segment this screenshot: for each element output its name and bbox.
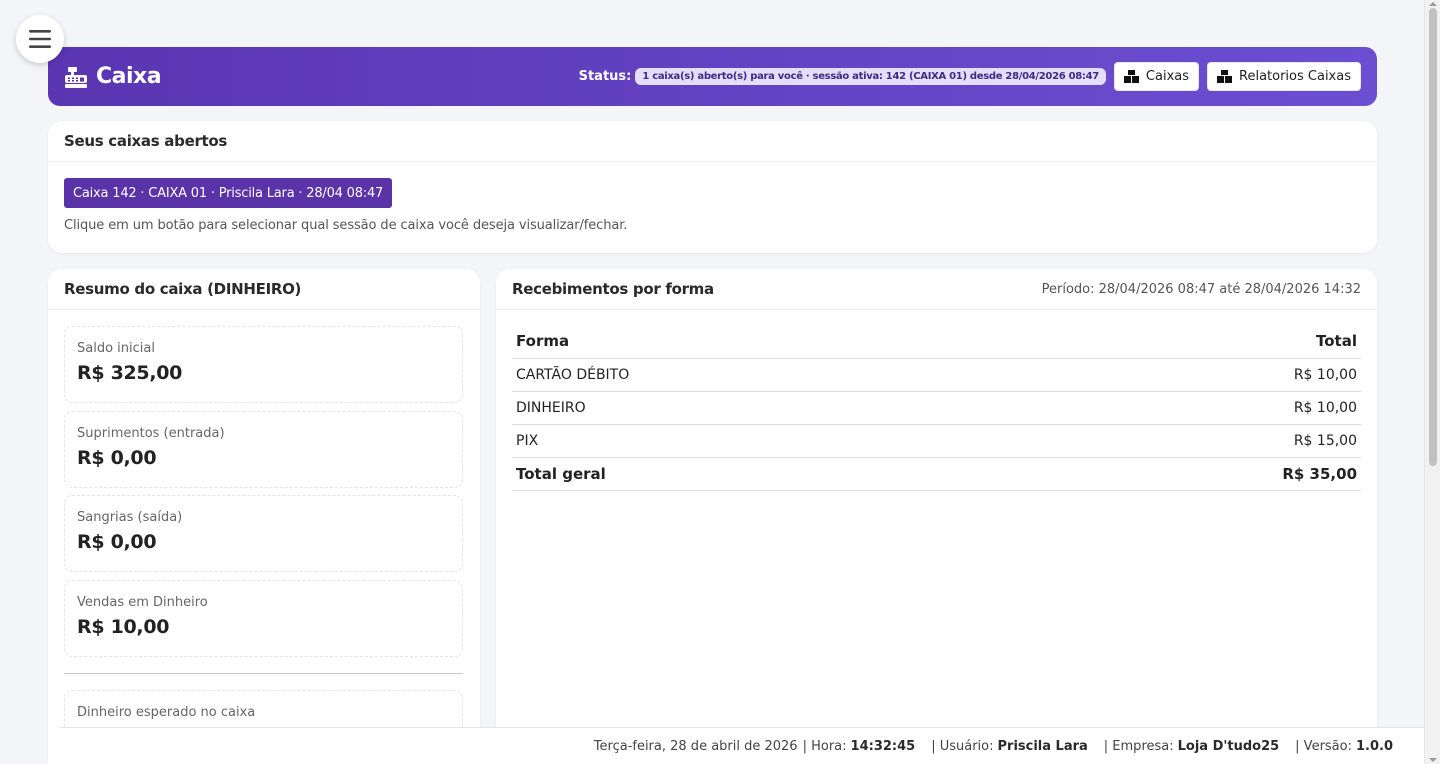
table-total-row: Total geral R$ 35,00 — [512, 457, 1361, 491]
open-boxes-card: Seus caixas abertos Caixa 142 · CAIXA 01… — [48, 121, 1377, 253]
footer-date: Terça-feira, 28 de abril de 2026 — [593, 738, 798, 754]
brand: Caixa — [64, 64, 162, 89]
metric-value: R$ 10,00 — [77, 616, 170, 638]
cell-forma: PIX — [512, 424, 1017, 458]
footer-hora-label: | Hora: — [802, 738, 847, 754]
recebimentos-title: Recebimentos por forma — [512, 280, 714, 298]
status-footer: Terça-feira, 28 de abril de 2026 | Hora:… — [60, 727, 1424, 764]
metric-value: R$ 325,00 — [77, 362, 183, 384]
status-label: Status: — [578, 69, 632, 84]
metric-value: R$ 0,00 — [77, 531, 157, 553]
footer-hora: 14:32:45 — [850, 738, 916, 754]
cell-forma: DINHEIRO — [512, 391, 1017, 425]
table-row: DINHEIRO R$ 10,00 — [512, 391, 1361, 425]
divider — [64, 673, 463, 674]
cell-total: R$ 10,00 — [1016, 358, 1361, 392]
metric-vendas-dinheiro: Vendas em Dinheiro R$ 10,00 — [64, 580, 463, 657]
session-select-button[interactable]: Caixa 142 · CAIXA 01 · Priscila Lara · 2… — [64, 178, 393, 208]
footer-versao: 1.0.0 — [1355, 738, 1393, 754]
recebimentos-table: Forma Total CARTÃO DÉBITO R$ 10,00 DINHE… — [512, 325, 1361, 491]
metric-saldo-inicial: Saldo inicial R$ 325,00 — [64, 326, 463, 403]
total-label: Total geral — [512, 457, 1017, 491]
caixas-button-label: Caixas — [1145, 69, 1190, 84]
status-badge: 1 caixa(s) aberto(s) para você · sessão … — [635, 68, 1106, 85]
table-header-row: Forma Total — [512, 325, 1361, 359]
page-header: Caixa Status: 1 caixa(s) aberto(s) para … — [48, 47, 1377, 106]
caixas-button[interactable]: Caixas — [1113, 62, 1200, 91]
cell-forma: CARTÃO DÉBITO — [512, 358, 1017, 392]
footer-versao-label: | Versão: — [1295, 738, 1352, 754]
metric-label: Sangrias (saída) — [77, 510, 183, 525]
footer-usuario-label: | Usuário: — [931, 738, 994, 754]
cash-register-icon — [65, 66, 87, 88]
hamburger-icon — [29, 30, 51, 48]
cell-total: R$ 15,00 — [1016, 424, 1361, 458]
cell-total: R$ 10,00 — [1016, 391, 1361, 425]
metric-sangrias: Sangrias (saída) R$ 0,00 — [64, 495, 463, 572]
resumo-card: Resumo do caixa (DINHEIRO) Saldo inicial… — [48, 269, 480, 764]
metric-label: Vendas em Dinheiro — [77, 595, 208, 610]
vertical-scrollbar[interactable] — [1424, 0, 1440, 764]
column-header-forma: Forma — [512, 325, 1017, 359]
metric-label: Dinheiro esperado no caixa — [77, 705, 256, 720]
column-header-total: Total — [1016, 325, 1361, 359]
footer-usuario: Priscila Lara — [997, 738, 1088, 754]
table-row: CARTÃO DÉBITO R$ 10,00 — [512, 358, 1361, 392]
metric-label: Suprimentos (entrada) — [77, 426, 225, 441]
metric-value: R$ 0,00 — [77, 447, 157, 469]
recebimentos-card: Recebimentos por forma Período: 28/04/20… — [496, 269, 1377, 764]
open-boxes-title: Seus caixas abertos — [64, 132, 228, 150]
footer-empresa: Loja D'tudo25 — [1177, 738, 1280, 754]
table-row: PIX R$ 15,00 — [512, 424, 1361, 458]
scroll-up-arrow-icon[interactable] — [1429, 2, 1437, 6]
page-title: Caixa — [96, 64, 162, 89]
boxes-icon — [1123, 70, 1139, 83]
relatorios-caixas-button[interactable]: Relatorios Caixas — [1207, 62, 1361, 91]
menu-button[interactable] — [16, 15, 64, 63]
scroll-down-arrow-icon[interactable] — [1429, 758, 1437, 762]
scroll-thumb[interactable] — [1429, 8, 1437, 466]
metric-label: Saldo inicial — [77, 341, 155, 356]
total-value: R$ 35,00 — [1016, 457, 1361, 491]
boxes-icon — [1217, 70, 1233, 83]
open-boxes-hint: Clique em um botão para selecionar qual … — [64, 218, 628, 233]
metric-suprimentos: Suprimentos (entrada) R$ 0,00 — [64, 411, 463, 488]
footer-empresa-label: | Empresa: — [1103, 738, 1174, 754]
resumo-title: Resumo do caixa (DINHEIRO) — [64, 280, 302, 298]
relatorios-caixas-button-label: Relatorios Caixas — [1239, 69, 1351, 84]
periodo-text: Período: 28/04/2026 08:47 até 28/04/2026… — [1041, 281, 1361, 297]
